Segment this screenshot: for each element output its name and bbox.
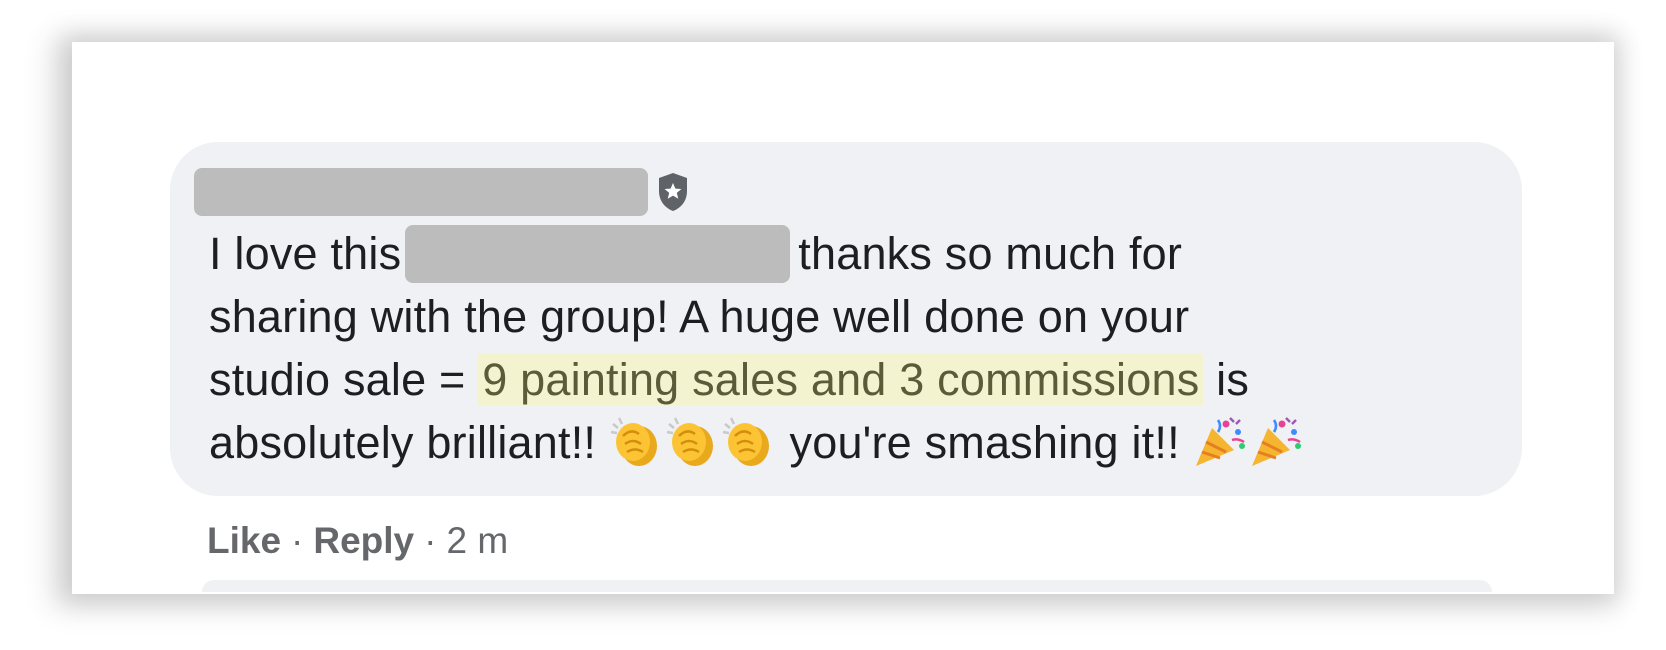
comment-actions: Like · Reply · 2 m <box>207 520 508 562</box>
comment-text-segment: you're smashing it!! <box>789 417 1180 468</box>
comment-card: I love this thanks so much for sharing wi… <box>72 42 1614 594</box>
shield-star-icon <box>659 173 687 211</box>
comment-line-2: sharing with the group! A huge well done… <box>209 285 1509 348</box>
action-separator: · <box>424 520 437 561</box>
reply-button[interactable]: Reply <box>313 520 414 562</box>
author-row <box>194 168 690 216</box>
party-popper-icon <box>1248 414 1304 470</box>
next-comment-edge <box>202 580 1492 592</box>
clapping-hands-icon <box>665 414 721 470</box>
like-button[interactable]: Like <box>207 520 281 562</box>
comment-line-4: absolutely brilliant!! you're smashing i… <box>209 411 1509 474</box>
highlighted-text: 9 painting sales and 3 commissions <box>478 354 1204 405</box>
comment-line-3: studio sale = 9 painting sales and 3 com… <box>209 348 1509 411</box>
clapping-hands-icon <box>721 414 777 470</box>
comment-text-segment: studio sale = <box>209 354 466 405</box>
comment-text-segment: absolutely brilliant!! <box>209 417 597 468</box>
action-separator: · <box>291 520 304 561</box>
comment-text-segment: I love this <box>209 228 402 279</box>
comment-line-1: I love this thanks so much for <box>209 222 1509 285</box>
comment-text-segment: sharing with the group! A huge well done… <box>209 291 1190 342</box>
inline-redaction <box>405 225 791 283</box>
comment-text: I love this thanks so much for sharing wi… <box>209 222 1509 474</box>
comment-text-segment: thanks so much for <box>798 228 1183 279</box>
comment-bubble: I love this thanks so much for sharing wi… <box>170 142 1522 496</box>
clapping-hands-icon <box>609 414 665 470</box>
author-name-redacted[interactable] <box>194 168 648 216</box>
comment-text-segment: is <box>1216 354 1250 405</box>
party-popper-icon <box>1192 414 1248 470</box>
comment-timestamp[interactable]: 2 m <box>446 520 508 562</box>
